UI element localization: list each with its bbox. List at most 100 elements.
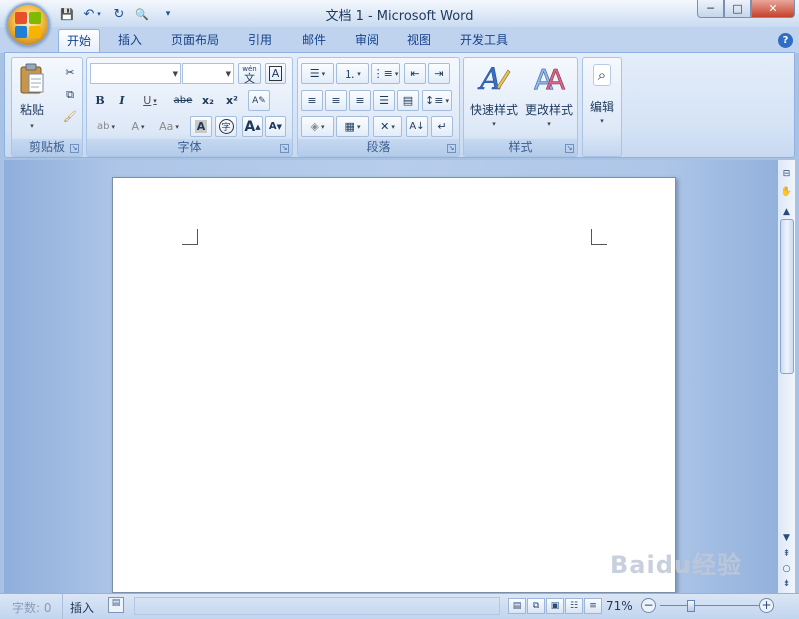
macro-record-icon[interactable]: ▤ bbox=[108, 597, 124, 613]
insert-mode[interactable]: 插入 bbox=[70, 599, 94, 616]
document-page[interactable] bbox=[112, 177, 676, 593]
char-shading-button[interactable]: A bbox=[190, 116, 212, 137]
align-right-icon[interactable]: ≡ bbox=[349, 90, 371, 111]
strikethrough-button[interactable]: abe bbox=[171, 90, 195, 111]
text-highlight-button[interactable]: ab ▾ bbox=[90, 116, 122, 137]
change-styles-button[interactable]: A A 更改样式 ▾ bbox=[522, 60, 576, 134]
draft-view-icon[interactable]: ≡ bbox=[584, 598, 602, 614]
font-launcher-icon[interactable]: ↘ bbox=[280, 144, 289, 153]
print-preview-icon[interactable]: 🔍 bbox=[133, 5, 151, 23]
borders-button[interactable]: ▦ ▾ bbox=[336, 116, 369, 137]
print-layout-icon[interactable]: ▤ bbox=[508, 598, 526, 614]
styles-group: A 快速样式 ▾ A A 更改样式 ▾ 样式 ↘ bbox=[463, 57, 578, 157]
scroll-up-icon[interactable]: ▲ bbox=[779, 204, 794, 219]
multilevel-list-button[interactable]: ⋮≡ ▾ bbox=[371, 63, 400, 84]
show-marks-icon[interactable]: ↵ bbox=[431, 116, 453, 137]
clear-formatting-icon[interactable]: A✎ bbox=[248, 90, 270, 111]
phonetic-guide-button[interactable]: wén 文 bbox=[238, 63, 261, 84]
copy-icon[interactable]: ⧉ bbox=[60, 84, 80, 105]
paste-button[interactable]: 粘贴 ▾ bbox=[14, 60, 50, 132]
save-icon[interactable]: 💾 bbox=[58, 5, 76, 23]
editing-label: 编辑 bbox=[589, 100, 614, 114]
zoom-level[interactable]: 71% bbox=[606, 599, 633, 613]
minimize-button[interactable]: ─ bbox=[697, 0, 724, 18]
paragraph-launcher-icon[interactable]: ↘ bbox=[447, 144, 456, 153]
editing-dropdown-icon[interactable]: ▾ bbox=[600, 117, 604, 125]
distributed-icon[interactable]: ▤ bbox=[397, 90, 419, 111]
zoom-slider-thumb[interactable] bbox=[687, 600, 695, 612]
sort-icon[interactable]: A↓ bbox=[406, 116, 428, 137]
tab-insert[interactable]: 插入 bbox=[110, 29, 150, 53]
web-layout-icon[interactable]: ▣ bbox=[546, 598, 564, 614]
justify-icon[interactable]: ☰ bbox=[373, 90, 395, 111]
align-left-icon[interactable]: ≡ bbox=[301, 90, 323, 111]
bullets-button[interactable]: ☰ ▾ bbox=[301, 63, 334, 84]
office-logo-icon bbox=[15, 12, 41, 38]
quick-styles-icon: A bbox=[477, 62, 511, 95]
grow-font-button[interactable]: A ▲ bbox=[242, 116, 263, 137]
font-size-combo[interactable]: ▼ bbox=[182, 63, 234, 84]
clipboard-launcher-icon[interactable]: ↘ bbox=[70, 144, 79, 153]
redo-icon[interactable]: ↻ bbox=[110, 5, 128, 23]
full-screen-reading-icon[interactable]: ⧉ bbox=[527, 598, 545, 614]
ribbon: 粘贴 ▾ ✂ ⧉ 🖌 剪贴板 ↘ ▼ ▼ wén 文 A B I U ▾ abe x… bbox=[4, 52, 795, 158]
shading-button[interactable]: ◈ ▾ bbox=[301, 116, 334, 137]
ruler-toggle-icon[interactable]: ⊟ bbox=[779, 166, 794, 181]
increase-indent-icon[interactable]: ⇥ bbox=[428, 63, 450, 84]
outline-view-icon[interactable]: ☷ bbox=[565, 598, 583, 614]
previous-page-icon[interactable]: ⇞ bbox=[779, 546, 794, 561]
italic-button[interactable]: I bbox=[112, 90, 132, 111]
browse-object-icon[interactable]: ○ bbox=[779, 561, 794, 576]
numbering-button[interactable]: ⒈ ▾ bbox=[336, 63, 369, 84]
chinese-layout-button[interactable]: ✕ ▾ bbox=[373, 116, 402, 137]
editing-button[interactable]: ⌕ 编辑 ▾ bbox=[585, 60, 619, 152]
scroll-down-icon[interactable]: ▼ bbox=[779, 530, 794, 545]
font-name-combo[interactable]: ▼ bbox=[90, 63, 181, 84]
tab-page-layout[interactable]: 页面布局 bbox=[163, 29, 227, 53]
zoom-in-icon[interactable]: + bbox=[759, 598, 774, 613]
tab-references[interactable]: 引用 bbox=[240, 29, 280, 53]
decrease-indent-icon[interactable]: ⇤ bbox=[404, 63, 426, 84]
paragraph-group-label: 段落 bbox=[298, 139, 459, 156]
customize-qat-icon[interactable]: ▾ bbox=[162, 5, 174, 23]
tab-view[interactable]: 视图 bbox=[399, 29, 439, 53]
subscript-button[interactable]: x₂ bbox=[197, 90, 219, 111]
zoom-slider-track[interactable] bbox=[660, 605, 760, 606]
format-painter-icon[interactable]: 🖌 bbox=[60, 106, 80, 127]
word-count[interactable]: 字数: 0 bbox=[12, 599, 52, 616]
scroll-thumb[interactable] bbox=[780, 219, 794, 374]
tab-review[interactable]: 审阅 bbox=[347, 29, 387, 53]
change-case-button[interactable]: Aa ▾ bbox=[154, 116, 184, 137]
enclose-chars-button[interactable]: 字 bbox=[215, 116, 237, 137]
align-center-icon[interactable]: ≡ bbox=[325, 90, 347, 111]
bold-button[interactable]: B bbox=[90, 90, 110, 111]
underline-button[interactable]: U ▾ bbox=[134, 90, 166, 111]
styles-group-label: 样式 bbox=[464, 139, 577, 156]
quick-styles-button[interactable]: A 快速样式 ▾ bbox=[467, 60, 521, 134]
margin-corner-mark bbox=[182, 229, 198, 245]
office-button[interactable] bbox=[6, 3, 50, 47]
pan-hand-icon[interactable]: ✋ bbox=[779, 184, 794, 199]
tab-mailings[interactable]: 邮件 bbox=[294, 29, 334, 53]
cut-icon[interactable]: ✂ bbox=[60, 62, 80, 83]
margin-corner-mark bbox=[591, 229, 607, 245]
zoom-out-icon[interactable]: − bbox=[641, 598, 656, 613]
styles-launcher-icon[interactable]: ↘ bbox=[565, 144, 574, 153]
superscript-button[interactable]: x² bbox=[221, 90, 243, 111]
char-border-button[interactable]: A bbox=[265, 63, 286, 84]
line-spacing-button[interactable]: ↕≡ ▾ bbox=[422, 90, 452, 111]
close-button[interactable]: ✕ bbox=[751, 0, 795, 18]
tab-developer[interactable]: 开发工具 bbox=[452, 29, 516, 53]
tab-home[interactable]: 开始 bbox=[58, 29, 101, 54]
paste-dropdown-icon[interactable]: ▾ bbox=[30, 122, 34, 130]
status-spacer bbox=[134, 597, 500, 615]
quick-styles-dropdown-icon[interactable]: ▾ bbox=[492, 120, 496, 128]
font-color-button[interactable]: A ▾ bbox=[125, 116, 151, 137]
shrink-font-button[interactable]: A ▼ bbox=[265, 116, 286, 137]
next-page-icon[interactable]: ⇟ bbox=[779, 576, 794, 591]
maximize-button[interactable]: □ bbox=[724, 0, 751, 18]
ribbon-tabs: 开始 插入 页面布局 引用 邮件 审阅 视图 开发工具 bbox=[0, 27, 799, 54]
change-styles-dropdown-icon[interactable]: ▾ bbox=[547, 120, 551, 128]
undo-dropdown-icon[interactable]: ▾ bbox=[95, 5, 103, 23]
help-icon[interactable]: ? bbox=[778, 33, 793, 48]
